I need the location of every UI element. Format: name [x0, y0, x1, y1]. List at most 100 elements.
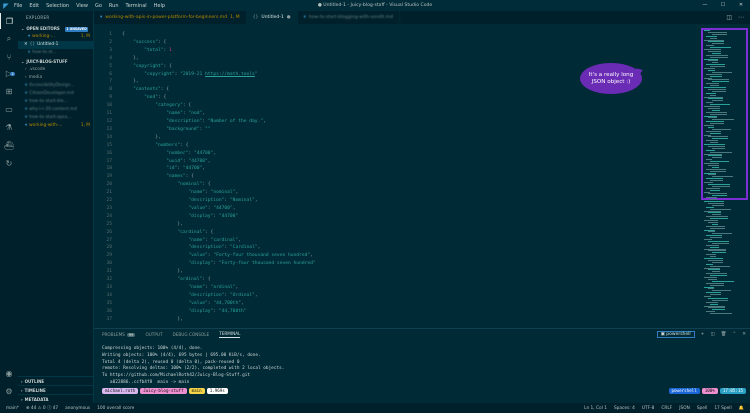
menu-terminal[interactable]: Terminal	[126, 3, 147, 9]
open-editor-item[interactable]: ▾ how-to-st...	[18, 49, 93, 57]
account-status[interactable]: anonymous	[65, 406, 90, 411]
source-control-icon[interactable]: ⑂	[0, 49, 18, 65]
minimap-line	[706, 168, 726, 170]
tab-how-to-start-blogging[interactable]: ▾ how-to-start-blogging-with-sendit.md	[298, 11, 400, 24]
remote-explorer-icon[interactable]: ▭	[0, 101, 18, 117]
menu-edit[interactable]: Edit	[29, 3, 39, 9]
score-status[interactable]: 100 overall score	[97, 406, 134, 411]
open-editor-item[interactable]: ▾ working-... 1, M	[18, 33, 93, 41]
window-controls: — ☐ ✕	[696, 0, 750, 11]
settings-gear-icon[interactable]: ⚙	[0, 383, 18, 399]
menu-run[interactable]: Run	[109, 3, 119, 9]
spell-status[interactable]: Spell	[697, 406, 708, 411]
minimap-line	[712, 290, 731, 292]
prompt-repo: Juicy-blog-stuff	[140, 388, 187, 394]
menu-view[interactable]: View	[76, 3, 88, 9]
maximize-panel-icon[interactable]: ⌃	[732, 332, 736, 337]
cursor-position[interactable]: Ln 1, Col 1	[584, 406, 607, 411]
line-number: 36	[106, 308, 112, 314]
tab-untitled-1[interactable]: {} Untitled-1 ●	[246, 11, 298, 24]
problems-status[interactable]: ⊗ 44 ⚠ 0 ⓘ 47	[26, 405, 58, 411]
terminal-selector[interactable]: ▣ powershell	[656, 331, 695, 338]
trash-icon[interactable]: 🗑	[721, 332, 727, 337]
line-number: 29	[106, 253, 112, 259]
folder-name: media	[28, 75, 43, 80]
minimap-line	[710, 113, 727, 115]
minimap-line	[712, 214, 721, 216]
folder-item[interactable]: › .vscode	[18, 66, 93, 74]
minimap-line	[710, 275, 727, 277]
split-editor-icon[interactable]: ◫	[726, 14, 732, 21]
file-item[interactable]: ▾ working-with-... 1, M	[18, 122, 93, 130]
new-terminal-icon[interactable]: +	[701, 332, 705, 337]
minimap-line	[708, 126, 714, 128]
more-actions-icon[interactable]: ⋯	[738, 14, 744, 21]
close-icon[interactable]: ✕	[732, 0, 750, 11]
title-bar: ◤ File Edit Selection View Go Run Termin…	[0, 0, 750, 11]
outline-section[interactable]: › OUTLINE	[18, 376, 94, 385]
minimap-line	[712, 109, 720, 111]
explorer-icon[interactable]: ❐	[0, 13, 18, 29]
live-share-icon[interactable]: ↻	[0, 155, 18, 171]
markdown-file-icon: ▾	[28, 50, 31, 55]
chevron-right-icon: ›	[25, 67, 27, 72]
file-item[interactable]: ▾ AccessibilityDesign...	[18, 82, 93, 90]
line-number: 23	[106, 205, 112, 211]
encoding[interactable]: UTF-8	[642, 406, 655, 411]
indentation[interactable]: Spaces: 4	[614, 406, 635, 411]
terminal-output[interactable]: Compressing objects: 100% (4/4), done. Wr…	[102, 346, 284, 387]
minimap-line	[704, 286, 714, 288]
file-item[interactable]: ▾ how-to-start-spea...	[18, 114, 93, 122]
account-icon[interactable]: ◉	[0, 365, 18, 381]
minimize-icon[interactable]: —	[696, 0, 714, 11]
minimap-line	[706, 35, 717, 37]
file-item[interactable]: ▾ why-i-r-30-content.md	[18, 106, 93, 114]
open-editors-section[interactable]: ⌄ OPEN EDITORS 1 UNSAVED	[18, 25, 93, 33]
tab-terminal[interactable]: TERMINAL	[219, 331, 241, 338]
tab-debug-console[interactable]: DEBUG CONSOLE	[173, 332, 210, 337]
minimap[interactable]	[700, 24, 748, 328]
close-icon[interactable]: ✕	[24, 41, 28, 49]
search-icon[interactable]: ⌕	[0, 31, 18, 47]
metadata-section[interactable]: › METADATA	[18, 394, 94, 403]
minimap-line	[708, 145, 725, 147]
split-terminal-icon[interactable]: ◫	[710, 332, 714, 337]
minimap-line	[704, 144, 725, 145]
line-number: 26	[106, 229, 112, 235]
open-editor-item[interactable]: ✕ {} Untitled-1	[18, 41, 93, 49]
testing-icon[interactable]: ⚗	[0, 119, 18, 135]
menu-help[interactable]: Help	[154, 3, 165, 9]
run-debug-icon[interactable]: ▷	[0, 65, 18, 81]
language-mode[interactable]: JSON	[679, 406, 690, 411]
tab-problems[interactable]: PROBLEMS 99	[102, 332, 136, 337]
menu-go[interactable]: Go	[95, 3, 102, 9]
unsaved-dot-icon[interactable]: ●	[287, 15, 291, 20]
folder-item[interactable]: › media	[18, 74, 93, 82]
menu-file[interactable]: File	[14, 3, 22, 9]
spell-count[interactable]: 17 Spell	[714, 406, 731, 411]
line-number: 31	[106, 269, 112, 275]
file-icon: {}	[252, 15, 259, 20]
tab-working-with-apis[interactable]: ▾ working-with-apis-in-power-platform-fo…	[94, 11, 247, 24]
extensions-icon[interactable]: ⊞	[0, 83, 18, 99]
maximize-icon[interactable]: ☐	[714, 0, 732, 11]
tab-output[interactable]: OUTPUT	[145, 332, 162, 337]
close-panel-icon[interactable]: ✕	[742, 332, 746, 337]
menu-selection[interactable]: Selection	[46, 3, 69, 9]
minimap-line	[706, 254, 716, 256]
timeline-section[interactable]: › TIMELINE	[18, 385, 94, 394]
folder-section[interactable]: ⌄ JUICY-BLOG-STUFF	[18, 58, 93, 66]
file-item[interactable]: ▾ CitizenDeveloper.md	[18, 90, 93, 98]
minimap-line	[706, 45, 714, 47]
line-number: 16	[106, 150, 112, 156]
minimap-line	[706, 263, 713, 265]
file-item[interactable]: ▾ how-to-start-blo...	[18, 98, 93, 106]
code-content[interactable]: { "success": { "total": 1 }, "copyright"…	[122, 31, 316, 324]
line-ending[interactable]: CRLF	[661, 406, 672, 411]
docker-icon[interactable]: ⛴	[0, 137, 18, 153]
minimap-line	[712, 119, 734, 121]
notifications-bell-icon[interactable]: 🔔	[739, 406, 744, 411]
sidebar-bottom-sections: › OUTLINE › TIMELINE › METADATA	[18, 376, 94, 403]
git-branch-status[interactable]: main*	[6, 406, 19, 411]
minimap-line	[710, 132, 721, 134]
